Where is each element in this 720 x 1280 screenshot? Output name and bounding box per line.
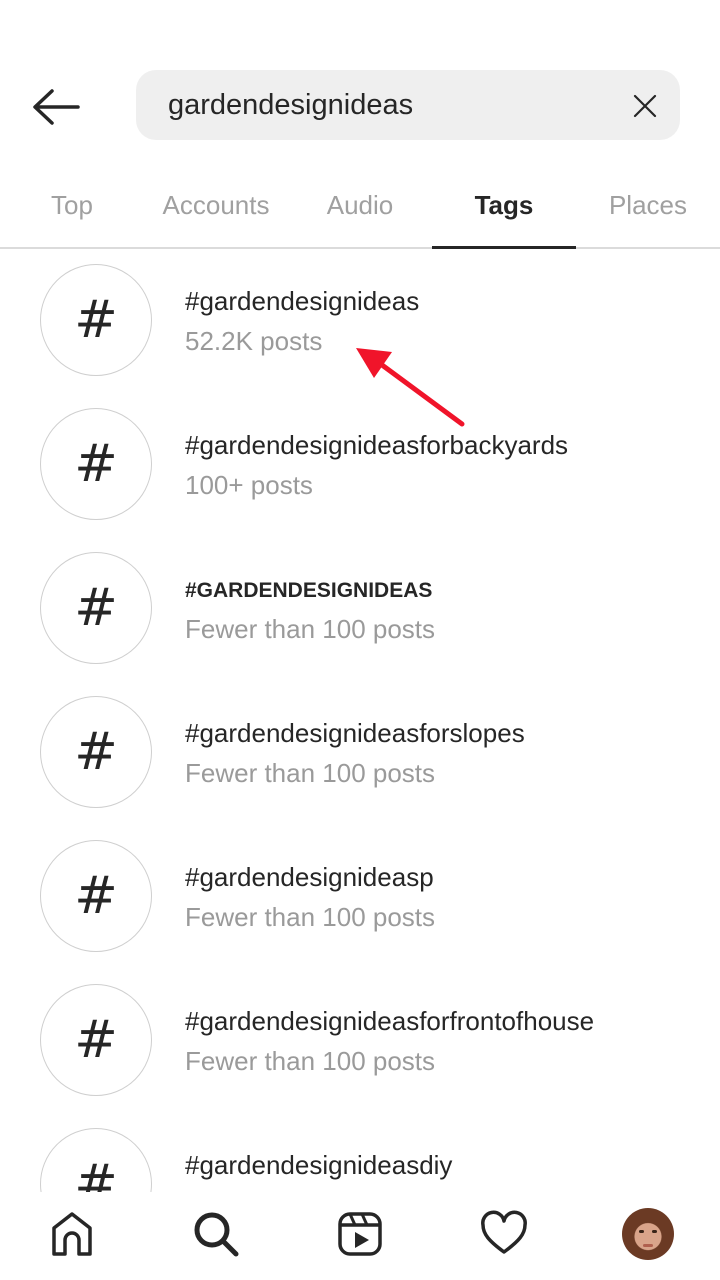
hashtag-icon-circle: # bbox=[40, 984, 152, 1096]
tag-result-row[interactable]: # #gardendesignideas 52.2K posts bbox=[0, 250, 720, 394]
profile-avatar bbox=[622, 1208, 674, 1260]
back-button[interactable] bbox=[30, 87, 82, 127]
tag-name: #GARDENDESIGNIDEAS bbox=[185, 579, 433, 602]
hashtag-icon: # bbox=[74, 290, 118, 350]
clear-search-button[interactable] bbox=[632, 93, 658, 119]
tag-post-count: Fewer than 100 posts bbox=[185, 758, 436, 788]
hashtag-icon-circle: # bbox=[40, 552, 152, 664]
nav-activity[interactable] bbox=[476, 1206, 532, 1262]
nav-profile[interactable] bbox=[620, 1206, 676, 1262]
tab-audio[interactable]: Audio bbox=[310, 175, 410, 247]
tag-name: #gardendesignideasforbackyards bbox=[185, 430, 569, 460]
tag-post-count: 100+ posts bbox=[185, 470, 313, 500]
hashtag-icon: # bbox=[74, 722, 118, 782]
tab-places[interactable]: Places bbox=[596, 175, 700, 247]
search-tabs: Top Accounts Audio Tags Places bbox=[0, 175, 720, 249]
hashtag-icon: # bbox=[74, 1010, 118, 1070]
nav-reels[interactable] bbox=[332, 1206, 388, 1262]
hashtag-icon-circle: # bbox=[40, 1128, 152, 1192]
hashtag-icon-circle: # bbox=[40, 264, 152, 376]
tag-result-row[interactable]: # #gardendesignideasforslopes Fewer than… bbox=[0, 682, 720, 826]
tab-tags[interactable]: Tags bbox=[432, 175, 576, 249]
tag-result-row[interactable]: # #gardendesignideasdiy bbox=[0, 1114, 720, 1192]
tag-name: #gardendesignideasdiy bbox=[185, 1150, 453, 1180]
reels-icon bbox=[338, 1212, 382, 1256]
tag-name: #gardendesignideas bbox=[185, 286, 420, 316]
tag-result-row[interactable]: # #gardendesignideasforbackyards 100+ po… bbox=[0, 394, 720, 538]
nav-home[interactable] bbox=[44, 1206, 100, 1262]
close-icon bbox=[633, 94, 657, 118]
tag-post-count: Fewer than 100 posts bbox=[185, 1046, 436, 1076]
search-input[interactable] bbox=[168, 70, 608, 140]
search-header bbox=[0, 70, 720, 140]
tab-top[interactable]: Top bbox=[26, 175, 118, 247]
tag-result-row[interactable]: # #GARDENDESIGNIDEAS Fewer than 100 post… bbox=[0, 538, 720, 682]
tag-name: #gardendesignideasforfrontofhouse bbox=[185, 1006, 595, 1036]
arrow-left-icon bbox=[33, 89, 80, 125]
hashtag-icon-circle: # bbox=[40, 840, 152, 952]
hashtag-icon: # bbox=[74, 866, 118, 926]
tag-result-row[interactable]: # #gardendesignideasforfrontofhouse Fewe… bbox=[0, 970, 720, 1114]
tag-results-list: # #gardendesignideas 52.2K posts # #gard… bbox=[0, 250, 720, 1192]
bottom-navigation bbox=[0, 1192, 720, 1280]
search-box bbox=[136, 70, 680, 140]
hashtag-icon-circle: # bbox=[40, 408, 152, 520]
hashtag-icon: # bbox=[74, 578, 118, 638]
tag-post-count: Fewer than 100 posts bbox=[185, 902, 436, 932]
tag-name: #gardendesignideasforslopes bbox=[185, 718, 525, 748]
home-icon bbox=[52, 1212, 92, 1256]
tag-post-count: 52.2K posts bbox=[185, 326, 323, 356]
tab-accounts[interactable]: Accounts bbox=[146, 175, 286, 247]
heart-icon bbox=[481, 1210, 527, 1254]
tag-post-count: Fewer than 100 posts bbox=[185, 614, 436, 644]
tag-name: #gardendesignideasp bbox=[185, 862, 434, 892]
tag-result-row[interactable]: # #gardendesignideasp Fewer than 100 pos… bbox=[0, 826, 720, 970]
hashtag-icon: # bbox=[74, 1154, 118, 1192]
nav-search[interactable] bbox=[188, 1206, 244, 1262]
search-icon bbox=[194, 1212, 239, 1257]
hashtag-icon: # bbox=[74, 434, 118, 494]
hashtag-icon-circle: # bbox=[40, 696, 152, 808]
